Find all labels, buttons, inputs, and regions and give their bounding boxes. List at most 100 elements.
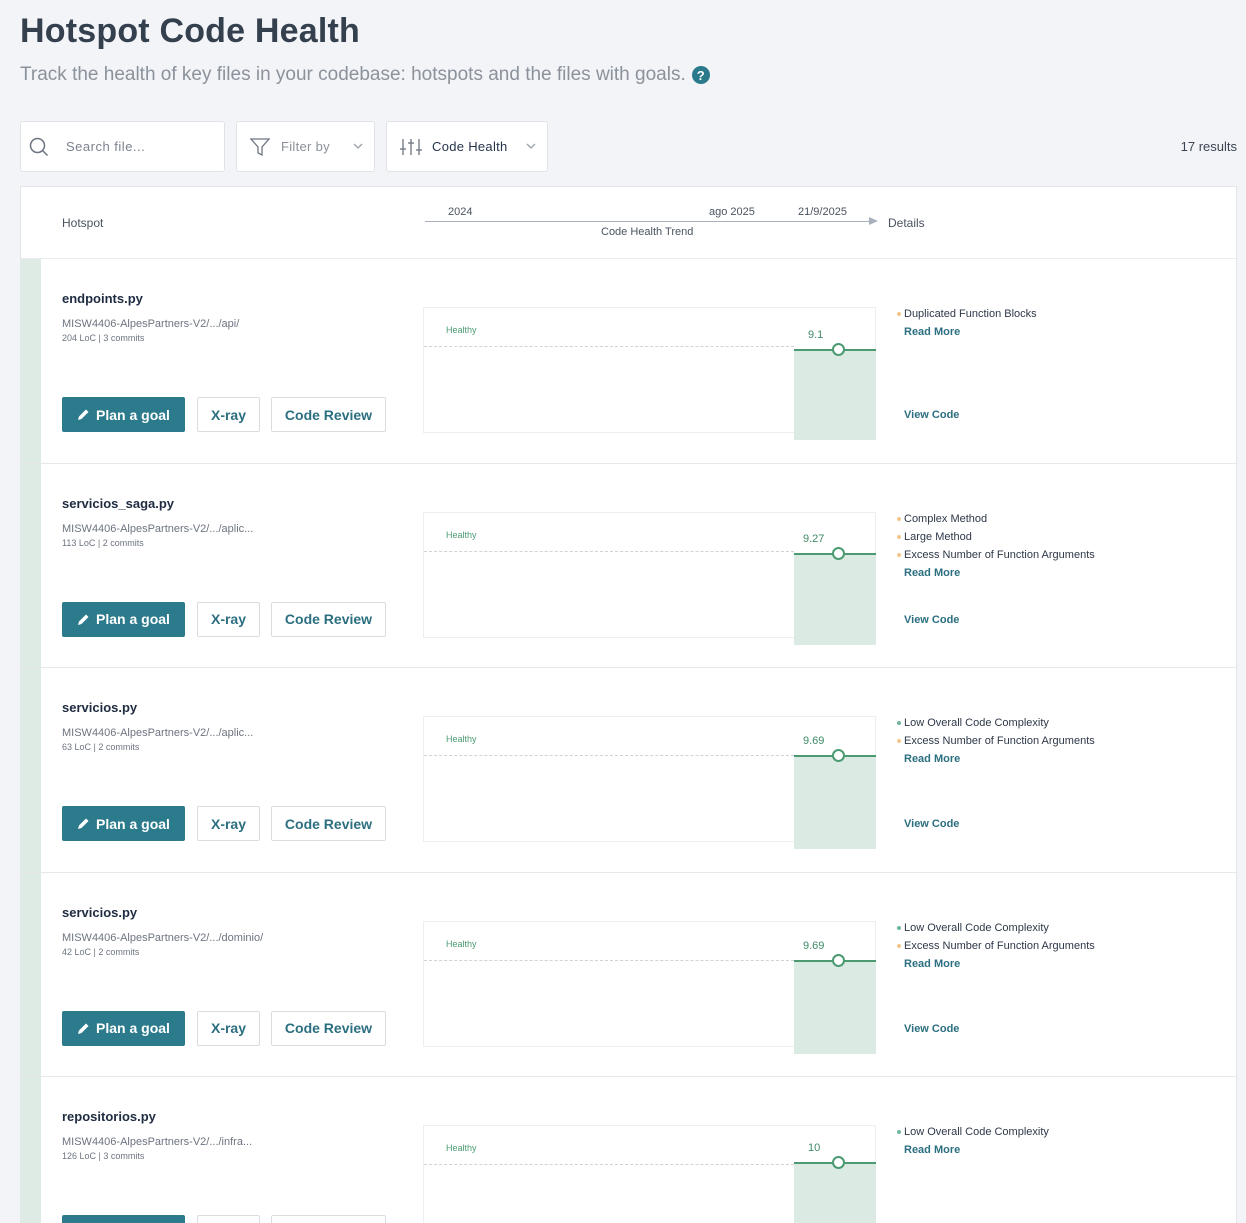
sort-dropdown[interactable]: Code Health — [386, 121, 548, 172]
health-area — [794, 755, 876, 849]
issue-bullet — [897, 943, 901, 948]
file-name[interactable]: servicios.py — [62, 905, 137, 920]
issue-text: Duplicated Function Blocks — [904, 308, 1037, 320]
file-meta: 63 LoC | 2 commits — [62, 742, 140, 752]
xray-button[interactable]: X-ray — [197, 806, 260, 841]
healthy-band-label: Healthy — [446, 529, 477, 540]
issue-bullet — [897, 534, 901, 539]
file-meta: 204 LoC | 3 commits — [62, 333, 145, 343]
search-box[interactable] — [20, 121, 225, 172]
issue-text: Excess Number of Function Arguments — [904, 548, 1095, 561]
details-panel: Duplicated Function Blocks Read More Vie… — [897, 305, 1227, 445]
healthy-band-label: Healthy — [446, 734, 477, 744]
issue-item: Low Overall Code Complexity — [897, 919, 1227, 937]
page-subtitle: Track the health of key files in your co… — [20, 64, 710, 86]
view-code-link[interactable]: View Code — [904, 409, 959, 421]
plan-goal-button[interactable]: Plan a goal — [62, 601, 185, 637]
healthy-threshold-line — [424, 346, 794, 347]
issue-bullet — [897, 925, 901, 930]
table-row[interactable]: repositorios.py MISW4406-AlpesPartners-V… — [21, 1077, 1236, 1223]
file-path: MISW4406-AlpesPartners-V2/.../dominio/ — [62, 931, 264, 944]
code-review-button[interactable]: Code Review — [271, 806, 386, 841]
read-more-link[interactable]: Read More — [904, 750, 1227, 768]
issue-text: Low Overall Code Complexity — [904, 1126, 1049, 1138]
view-code-link[interactable]: View Code — [904, 614, 959, 626]
details-panel: Low Overall Code Complexity Excess Numbe… — [897, 714, 1227, 854]
code-health-trend-chart: Healthy 9.27 — [423, 511, 876, 645]
health-point[interactable] — [832, 343, 845, 356]
read-more-link[interactable]: Read More — [904, 1141, 1227, 1159]
healthy-threshold-line — [424, 550, 794, 552]
read-more-link[interactable]: Read More — [904, 323, 1227, 341]
details-panel: Low Overall Code Complexity Excess Numbe… — [897, 919, 1227, 1059]
column-header-details: Details — [888, 216, 925, 230]
file-meta: 126 LoC | 3 commits — [62, 1151, 145, 1161]
details-panel: Complex Method Large Method Excess Numbe… — [897, 510, 1227, 650]
issue-item: Large Method — [897, 528, 1227, 546]
code-health-trend-chart: Healthy 9.69 — [423, 716, 876, 849]
read-more-link[interactable]: Read More — [904, 564, 1227, 582]
health-point[interactable] — [832, 546, 845, 560]
file-meta: 113 LoC | 2 commits — [62, 537, 144, 548]
table-row[interactable]: servicios.py MISW4406-AlpesPartners-V2/.… — [21, 668, 1236, 873]
column-header-hotspot[interactable]: Hotspot — [62, 216, 103, 230]
code-review-button[interactable]: Code Review — [271, 397, 386, 432]
xray-button[interactable]: X-ray — [197, 1215, 260, 1223]
table-row[interactable]: endpoints.py MISW4406-AlpesPartners-V2/.… — [21, 259, 1236, 464]
issue-item: Excess Number of Function Arguments — [897, 937, 1227, 955]
healthy-threshold-line — [424, 959, 794, 961]
health-score: 9.27 — [803, 532, 825, 545]
health-score: 9.1 — [808, 329, 824, 341]
sliders-icon — [400, 138, 422, 155]
healthy-threshold-line — [424, 755, 794, 756]
code-review-button[interactable]: Code Review — [271, 1215, 386, 1223]
issue-text: Excess Number of Function Arguments — [904, 735, 1095, 747]
health-score: 9.69 — [803, 735, 825, 747]
file-path: MISW4406-AlpesPartners-V2/.../infra... — [62, 1136, 253, 1148]
table-row[interactable]: servicios.py MISW4406-AlpesPartners-V2/.… — [21, 872, 1236, 1077]
plan-goal-label: Plan a goal — [96, 611, 170, 627]
health-point[interactable] — [832, 1156, 845, 1169]
issue-item: Excess Number of Function Arguments — [897, 546, 1227, 564]
issue-text: Complex Method — [904, 512, 988, 525]
file-path: MISW4406-AlpesPartners-V2/.../aplic... — [62, 522, 254, 535]
view-code-link[interactable]: View Code — [904, 818, 959, 830]
filter-dropdown[interactable]: Filter by — [236, 121, 375, 172]
table-row[interactable]: servicios_saga.py MISW4406-AlpesPartners… — [21, 463, 1236, 668]
health-indicator-bar — [21, 463, 41, 667]
code-health-trend-chart: Healthy 10 — [423, 1125, 876, 1223]
plan-goal-button[interactable]: Plan a goal — [62, 397, 185, 432]
code-review-button[interactable]: Code Review — [271, 1010, 386, 1046]
healthy-band-label: Healthy — [446, 325, 477, 335]
health-point[interactable] — [832, 749, 845, 762]
plan-goal-button[interactable]: Plan a goal — [62, 806, 185, 841]
xray-button[interactable]: X-ray — [197, 601, 260, 637]
healthy-band-label: Healthy — [446, 1143, 477, 1153]
issue-text: Low Overall Code Complexity — [904, 717, 1049, 729]
health-area — [794, 1162, 876, 1223]
xray-button[interactable]: X-ray — [197, 1010, 260, 1046]
issue-bullet — [897, 1130, 901, 1134]
health-area — [794, 959, 876, 1054]
code-review-button[interactable]: Code Review — [271, 601, 386, 637]
hotspot-table: Hotspot 2024 ago 2025 21/9/2025 Code Hea… — [20, 186, 1237, 1223]
file-name[interactable]: repositorios.py — [62, 1109, 156, 1124]
table-header: Hotspot 2024 ago 2025 21/9/2025 Code Hea… — [21, 187, 1236, 259]
file-name[interactable]: servicios.py — [62, 700, 137, 715]
read-more-link[interactable]: Read More — [904, 955, 1227, 973]
plan-goal-button[interactable]: Plan a goal — [62, 1215, 185, 1223]
file-name[interactable]: servicios_saga.py — [62, 496, 174, 511]
health-score: 9.69 — [803, 939, 825, 952]
xray-button[interactable]: X-ray — [197, 397, 260, 432]
file-meta: 42 LoC | 2 commits — [62, 946, 140, 957]
plan-goal-button[interactable]: Plan a goal — [62, 1010, 185, 1046]
help-icon[interactable]: ? — [691, 66, 710, 84]
chevron-down-icon — [526, 143, 536, 149]
file-path: MISW4406-AlpesPartners-V2/.../aplic... — [62, 727, 254, 739]
view-code-link[interactable]: View Code — [904, 1023, 959, 1035]
subtitle-text: Track the health of key files in your co… — [20, 64, 686, 85]
health-point[interactable] — [832, 953, 845, 967]
search-input[interactable] — [66, 139, 206, 154]
file-name[interactable]: endpoints.py — [62, 291, 143, 306]
healthy-threshold-line — [424, 1164, 794, 1165]
